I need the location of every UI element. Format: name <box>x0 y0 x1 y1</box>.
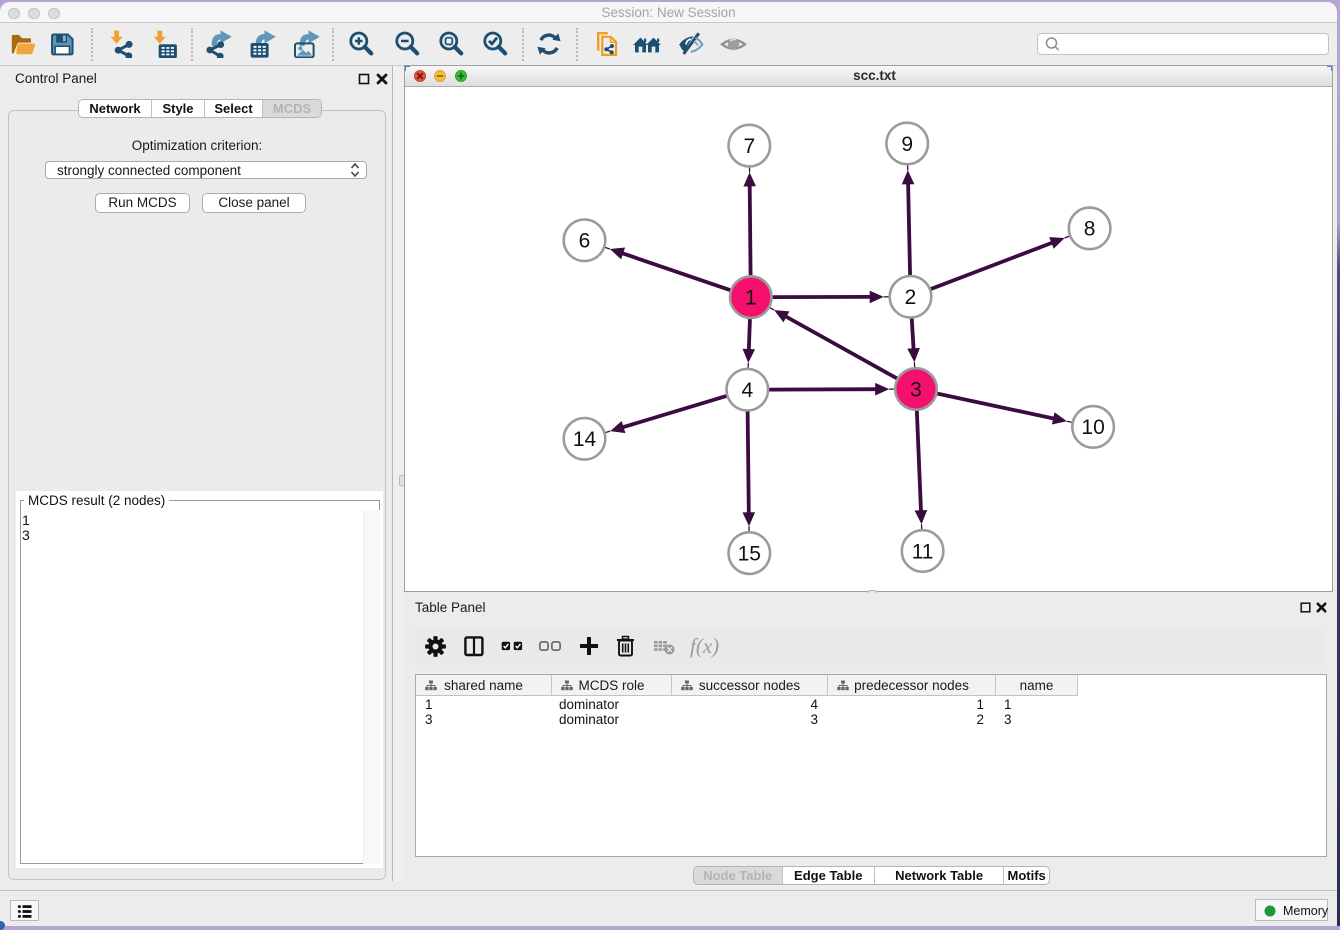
svg-text:3: 3 <box>910 378 922 401</box>
svg-text:14: 14 <box>573 428 597 451</box>
svg-text:6: 6 <box>579 230 591 253</box>
svg-text:9: 9 <box>901 133 913 156</box>
svg-text:4: 4 <box>741 379 753 402</box>
svg-text:8: 8 <box>1084 218 1096 241</box>
svg-text:10: 10 <box>1081 416 1104 439</box>
svg-text:15: 15 <box>738 542 761 565</box>
svg-text:11: 11 <box>912 540 934 563</box>
svg-text:2: 2 <box>905 286 917 309</box>
svg-text:1: 1 <box>745 286 757 309</box>
svg-text:7: 7 <box>743 135 755 158</box>
